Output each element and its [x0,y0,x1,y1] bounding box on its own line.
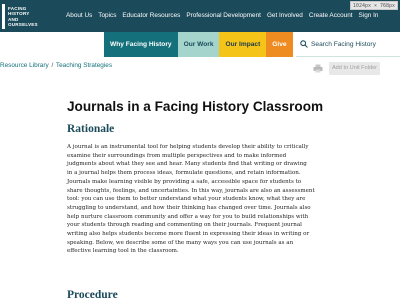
nav-educator-resources[interactable]: Educator Resources [122,12,180,19]
site-logo[interactable]: FACING HISTORY AND OURSELVES [2,3,60,30]
nav-get-involved[interactable]: Get Involved [267,12,303,19]
body-line: effective learning tool in the classroom… [67,248,179,255]
page-title: Journals in a Facing History Classroom [67,99,324,114]
nav-sign-in[interactable]: Sign In [359,12,379,19]
section-heading-rationale: Rationale [67,123,115,135]
body-line: in a journal helps them process ideas, f… [67,170,301,177]
breadcrumb-resource-library[interactable]: Resource Library [0,62,49,69]
tab-why-facing-history[interactable]: Why Facing History [104,32,178,57]
nav-professional-development[interactable]: Professional Development [186,12,261,19]
article-body: A journal is an instrumental tool for he… [67,143,331,256]
logo-text: FACING HISTORY AND OURSELVES [8,6,38,26]
tab-give[interactable]: Give [266,32,293,57]
search-placeholder: Search Facing History [311,40,376,48]
nav-topics[interactable]: Topics [98,12,116,19]
tab-our-impact[interactable]: Our Impact [219,32,267,57]
nav-about-us[interactable]: About Us [66,12,92,19]
logo-line: OURSELVES [8,21,38,27]
body-line: speaking. Below, we describe some of the… [67,239,294,246]
breadcrumb-teaching-strategies[interactable]: Teaching Strategies [56,62,112,69]
top-header: FACING HISTORY AND OURSELVES About Us To… [0,0,400,32]
body-line: struggling to understand, and how their … [67,204,311,211]
search-icon [300,40,308,48]
secondary-nav: Why Facing History Our Work Our Impact G… [104,32,293,57]
search-field[interactable]: Search Facing History [296,32,400,57]
body-line: share thoughts, feelings, and uncertaint… [67,187,315,194]
body-line: A journal is an instrumental tool for he… [67,144,309,150]
print-icon[interactable] [313,64,323,73]
add-to-unit-folder-button[interactable]: Add to Unit Folder [329,62,380,75]
nav-create-account[interactable]: Create Account [309,12,353,19]
body-line: Journals make learning visible by provid… [67,178,302,185]
body-line: your students through reading and commen… [67,222,302,229]
tab-our-work[interactable]: Our Work [177,32,220,57]
breadcrumb-separator: / [51,62,54,69]
screen-size-badge: 1024px × 768px [350,1,398,10]
body-line: writing also helps students become more … [67,231,310,238]
section-heading-procedure: Procedure [67,289,118,300]
breadcrumb: Resource Library / Teaching Strategies [0,62,112,69]
body-line: judgments about what they see and hear. … [67,161,307,168]
body-line: examine their surroundings from multiple… [67,152,287,159]
body-line: tool: you can use them to better underst… [67,196,306,203]
primary-nav: About Us Topics Educator Resources Profe… [66,12,384,19]
body-line: help nurture classroom community and off… [67,213,309,220]
logo-mark-icon [2,4,5,29]
